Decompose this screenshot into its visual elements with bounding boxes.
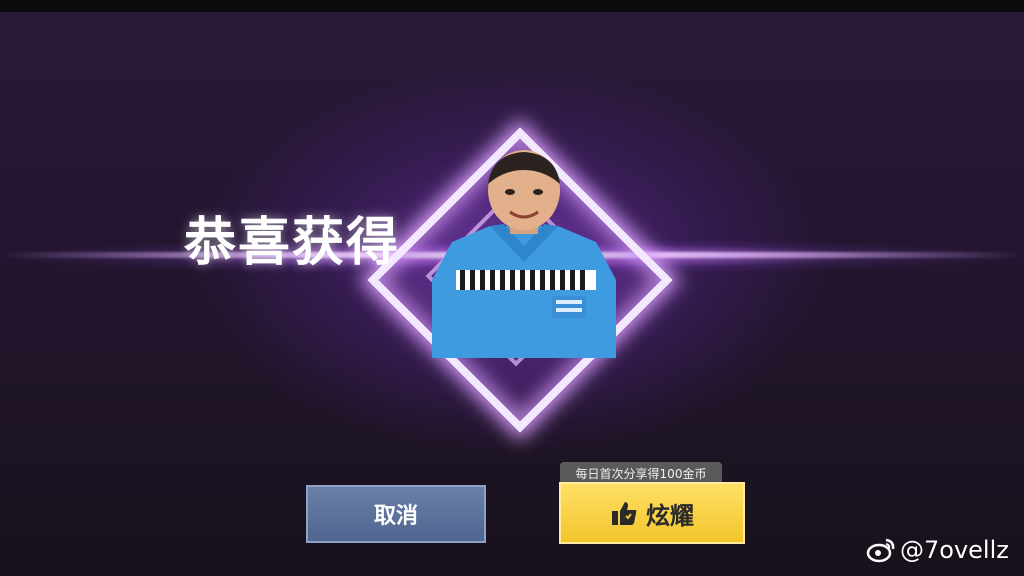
share-reward-tag: 每日首次分享得100金币 xyxy=(560,462,722,484)
reward-title: 恭喜获得 xyxy=(184,213,401,273)
cancel-button[interactable]: 取消 xyxy=(306,485,486,543)
watermark: @7ovellz xyxy=(866,536,1009,564)
watermark-text: @7ovellz xyxy=(900,536,1009,564)
thumbs-up-icon xyxy=(612,502,637,525)
reward-character-image xyxy=(432,150,616,358)
show-off-button[interactable]: 炫耀 xyxy=(559,482,745,544)
weibo-icon xyxy=(866,538,895,563)
top-status-bar xyxy=(0,0,1024,12)
show-off-label: 炫耀 xyxy=(646,501,694,530)
